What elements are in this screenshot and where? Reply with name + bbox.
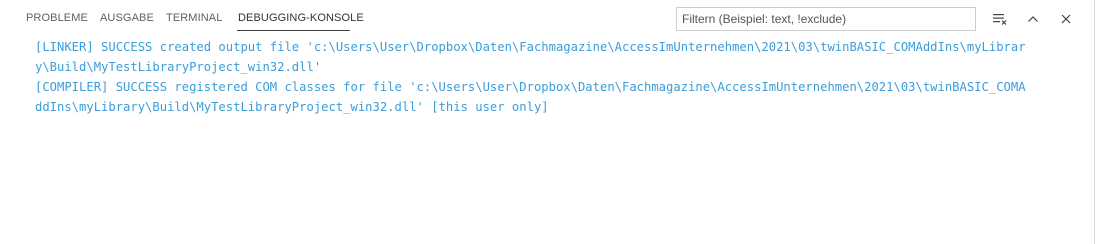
console-line: [COMPILER] SUCCESS registered COM classe… bbox=[35, 80, 1026, 94]
active-tab-indicator bbox=[237, 30, 350, 31]
tab-probleme[interactable]: PROBLEME bbox=[26, 12, 88, 24]
tab-debugging-konsole[interactable]: DEBUGGING-KONSOLE bbox=[238, 12, 364, 24]
panel-tab-bar: PROBLEME AUSGABE TERMINAL DEBUGGING-KONS… bbox=[0, 0, 1095, 36]
debug-panel: PROBLEME AUSGABE TERMINAL DEBUGGING-KONS… bbox=[0, 0, 1095, 244]
console-line: y\Build\MyTestLibraryProject_win32.dll' bbox=[35, 60, 322, 74]
console-line: ddIns\myLibrary\Build\MyTestLibraryProje… bbox=[35, 100, 549, 114]
tab-ausgabe[interactable]: AUSGABE bbox=[100, 12, 154, 24]
debug-console-output[interactable]: [LINKER] SUCCESS created output file 'c:… bbox=[35, 37, 1080, 117]
tab-terminal[interactable]: TERMINAL bbox=[166, 12, 222, 24]
close-icon[interactable] bbox=[1055, 8, 1077, 30]
filter-input[interactable] bbox=[676, 7, 976, 31]
chevron-up-icon[interactable] bbox=[1022, 8, 1044, 30]
clear-console-icon[interactable] bbox=[989, 8, 1011, 30]
console-line: [LINKER] SUCCESS created output file 'c:… bbox=[35, 40, 1026, 54]
